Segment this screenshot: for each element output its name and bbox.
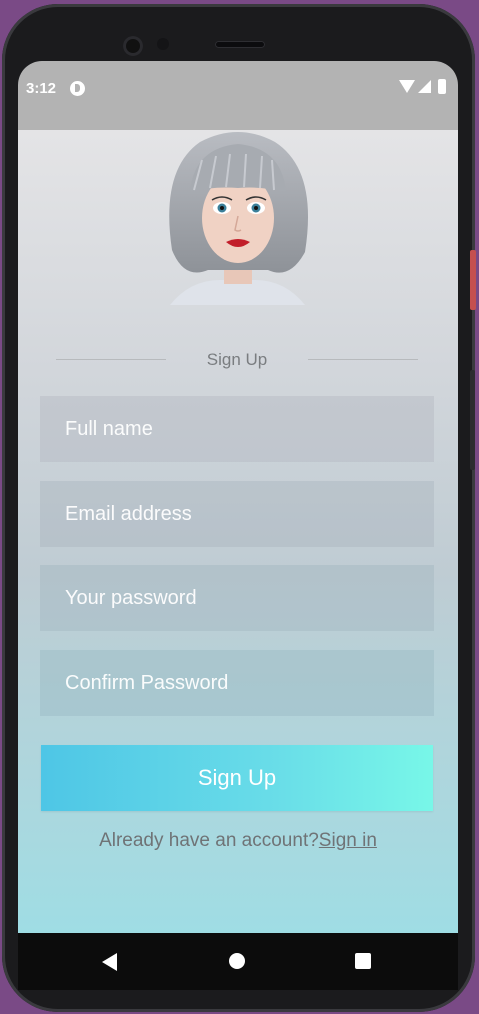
confirm-password-field[interactable]: [40, 650, 434, 716]
signup-divider: Sign Up: [56, 350, 418, 370]
earpiece-speaker: [215, 41, 265, 48]
status-bar: 3:12: [18, 61, 458, 130]
signin-prompt: Already have an account?Sign in: [18, 830, 458, 852]
back-icon[interactable]: [102, 953, 117, 971]
divider-label: Sign Up: [206, 350, 268, 369]
sensor: [157, 38, 169, 50]
full-name-field[interactable]: [40, 396, 434, 462]
battery-icon: [438, 79, 446, 94]
recents-icon[interactable]: [355, 953, 371, 969]
email-field[interactable]: [40, 481, 434, 547]
sign-in-link[interactable]: Sign in: [319, 830, 377, 851]
signin-prompt-text: Already have an account?: [99, 830, 319, 851]
front-camera: [123, 36, 143, 56]
divider-line-right: [308, 359, 418, 360]
signup-screen: Sign Up Sign Up Already have an account?…: [18, 130, 458, 933]
navigation-bar: [18, 933, 458, 990]
robot-avatar-illustration: [169, 132, 309, 305]
signal-icon: [418, 80, 431, 93]
app-notification-icon: [70, 81, 85, 96]
home-icon[interactable]: [229, 953, 245, 969]
device-screen: 3:12 Sign Up Full name Email address Sig…: [18, 61, 458, 933]
volume-button: [470, 370, 475, 470]
power-button: [470, 250, 476, 310]
password-field[interactable]: [40, 565, 434, 631]
status-time: 3:12: [26, 80, 57, 97]
sign-up-button[interactable]: Sign Up: [41, 745, 433, 811]
wifi-icon: [399, 80, 415, 93]
